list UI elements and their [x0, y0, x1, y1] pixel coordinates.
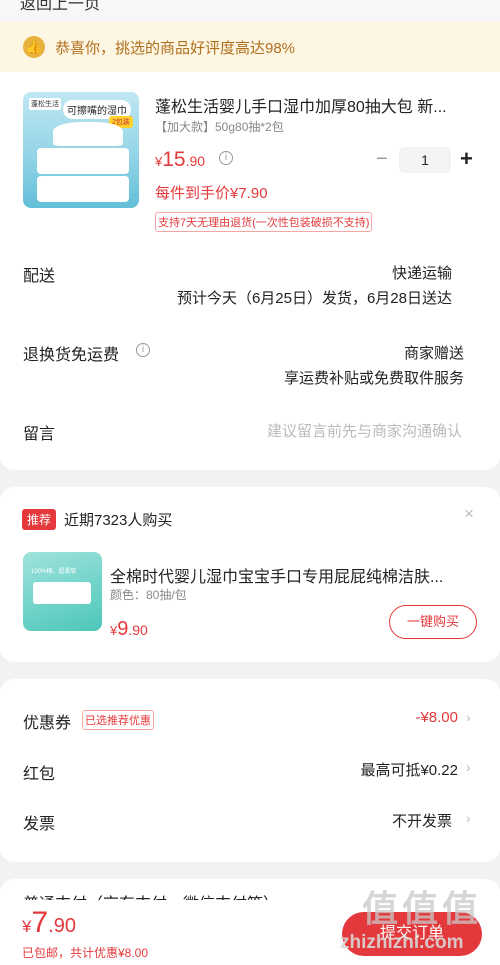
recommend-text: 近期7323人购买 — [64, 512, 173, 529]
return-shipping-desc: 享运费补贴或免费取件服务 — [283, 370, 464, 387]
recommend-image-text: 100%棉，超柔软 — [31, 569, 77, 575]
message-input[interactable]: 建议留言前先与商家沟通确认 — [267, 420, 462, 441]
close-icon[interactable]: × — [464, 504, 474, 524]
price-integer: 7 — [31, 906, 49, 939]
price-decimal: .90 — [185, 153, 206, 169]
recommend-badge: 推荐 — [22, 509, 57, 530]
product-image-brand: 蓬松生活 — [29, 98, 61, 110]
price-integer: 9 — [117, 618, 129, 640]
price-integer: 15 — [162, 148, 186, 171]
redpacket-value[interactable]: 最高可抵¥0.22 — [360, 759, 458, 780]
delivery-estimate: 预计今天（6月25日）发货，6月28日送达 — [176, 290, 452, 307]
pack-shape — [33, 582, 91, 604]
pack-shape — [37, 148, 129, 174]
return-shipping-label: 退换货免运费 — [23, 347, 120, 364]
price-decimal: .90 — [128, 622, 148, 638]
delivery-method[interactable]: 快递运输 — [392, 262, 452, 283]
recommend-product-title[interactable]: 全棉时代婴儿湿巾宝宝手口专用屁屁纯棉洁肤... — [110, 563, 470, 587]
quantity-decrease-button[interactable]: − — [376, 148, 388, 171]
watermark-url: zhizhizhi.com — [340, 932, 464, 953]
quantity-input[interactable]: 1 — [399, 147, 451, 173]
total-price: ¥7.90 — [22, 906, 76, 940]
shipping-discount-note: 已包邮，共计优惠¥8.00 — [22, 946, 149, 960]
tissue-shape — [53, 122, 123, 146]
top-header-text: 返回上一页 — [20, 0, 101, 13]
coupon-value[interactable]: -¥8.00 — [415, 709, 458, 726]
pack-shape — [37, 176, 129, 202]
recommend-product-spec: 颜色：80抽/包 — [110, 588, 187, 602]
product-price: ¥15.90 — [155, 148, 205, 172]
praise-banner: 👍 恭喜你，挑选的商品好评度高达98% — [0, 22, 500, 72]
quantity-increase-button[interactable]: + — [460, 146, 473, 172]
product-spec: 【加大款】50g80抽*2包 — [155, 120, 284, 134]
coupon-tag: 已选推荐优惠 — [82, 710, 154, 730]
delivery-label: 配送 — [23, 268, 56, 285]
return-shipping-value: 商家赠送 — [403, 345, 464, 362]
product-title[interactable]: 蓬松生活婴儿手口湿巾加厚80抽大包 新... — [155, 93, 475, 117]
product-image[interactable]: 蓬松生活 可擦嘴的湿巾 2包装 — [23, 92, 139, 208]
return-policy-badge: 支持7天无理由退货(一次性包装破损不支持) — [155, 212, 373, 232]
info-icon[interactable]: i — [136, 343, 150, 357]
info-icon[interactable]: i — [219, 151, 233, 165]
redpacket-label: 红包 — [23, 766, 56, 783]
recommend-product-image[interactable]: 100%棉，超柔软 — [23, 552, 102, 631]
thumbs-up-icon: 👍 — [23, 36, 45, 58]
chevron-right-icon[interactable]: › — [466, 709, 471, 725]
recommend-product-price: ¥9.90 — [110, 618, 148, 641]
unit-price: 每件到手价¥7.90 — [155, 185, 268, 202]
coupon-label: 优惠券 — [23, 715, 72, 732]
message-label: 留言 — [23, 426, 56, 443]
watermark: 值值值 zhizhizhi.com — [340, 880, 500, 965]
watermark-logo: 值值值 — [362, 888, 483, 929]
price-decimal: .90 — [48, 915, 76, 937]
invoice-label: 发票 — [23, 816, 56, 833]
top-header: 返回上一页 — [0, 0, 500, 22]
chevron-right-icon[interactable]: › — [466, 759, 471, 775]
invoice-value[interactable]: 不开发票 — [392, 810, 452, 831]
buy-now-button[interactable]: 一键购买 — [389, 605, 477, 639]
chevron-right-icon[interactable]: › — [466, 810, 471, 826]
praise-banner-text: 恭喜你，挑选的商品好评度高达98% — [55, 39, 296, 57]
